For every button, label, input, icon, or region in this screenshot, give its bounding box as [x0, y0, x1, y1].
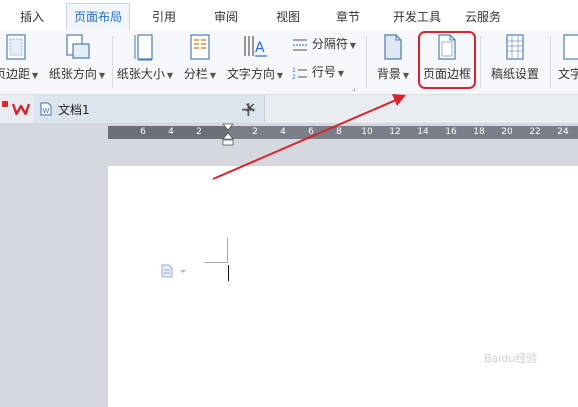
ribbon-divider — [366, 36, 367, 88]
ruler-label: 2 — [196, 127, 202, 137]
text-tool-label: 文字 — [558, 67, 578, 81]
paragraph-layout-icon[interactable] — [160, 264, 188, 278]
watermark: Baidu经验 — [484, 352, 538, 365]
chevron-down-icon: ▼ — [166, 71, 174, 80]
ruler-label: 14 — [417, 127, 429, 137]
chevron-down-icon: ▼ — [32, 71, 39, 80]
chevron-down-icon: ▼ — [98, 71, 106, 80]
ruler-label: 4 — [280, 127, 286, 137]
document-icon: W — [40, 102, 52, 116]
chevron-down-icon: ▼ — [209, 71, 217, 80]
orientation-button[interactable]: 纸张方向 ▼ — [46, 32, 108, 82]
tab-review[interactable]: 审阅 — [204, 4, 248, 30]
tab-developer[interactable]: 开发工具 — [386, 4, 448, 30]
text-tool-icon — [563, 34, 578, 60]
svg-text:A: A — [255, 40, 265, 56]
paper-setup-button[interactable]: 稿纸设置 — [486, 32, 544, 82]
chevron-down-icon: ▼ — [276, 71, 284, 80]
ruler-label: 18 — [473, 127, 485, 137]
paper-size-button[interactable]: 纸张大小 ▼ — [114, 32, 176, 82]
tab-chapter[interactable]: 章节 — [326, 4, 370, 30]
svg-text:2: 2 — [292, 74, 296, 80]
ribbon-divider — [112, 36, 113, 88]
chevron-down-icon: ▼ — [337, 69, 344, 78]
ruler-label: 22 — [529, 127, 541, 137]
columns-button[interactable]: 分栏 ▼ — [180, 32, 220, 82]
chevron-down-icon: ▼ — [402, 71, 410, 80]
svg-text:1: 1 — [292, 67, 296, 74]
document-tab[interactable]: W 文档1 × — [34, 95, 265, 123]
pin-icon — [2, 101, 8, 107]
margins-label: 页边距 — [0, 67, 31, 81]
text-cursor — [228, 265, 229, 281]
svg-text:W: W — [43, 107, 50, 115]
ribbon-divider — [480, 36, 481, 88]
page-border-icon — [438, 34, 456, 60]
line-numbers-label: 行号 — [311, 65, 336, 79]
paper-size-label: 纸张大小 — [116, 67, 165, 81]
ruler-label: 8 — [336, 127, 342, 137]
ruler-label: 6 — [140, 127, 146, 137]
text-tool-button[interactable]: 文字 — [558, 32, 578, 82]
orientation-label: 纸张方向 — [48, 67, 97, 81]
background-icon — [384, 34, 402, 60]
background-button[interactable]: 背景 ▼ — [372, 32, 414, 82]
margins-button[interactable]: 页边距 ▼ — [0, 32, 38, 82]
ruler-label: 6 — [308, 127, 314, 137]
indent-marker-icon[interactable] — [222, 123, 234, 147]
columns-label: 分栏 — [183, 67, 208, 81]
chevron-down-icon: ▼ — [349, 41, 356, 50]
ruler-label: 20 — [501, 127, 513, 137]
paper-setup-label: 稿纸设置 — [490, 67, 539, 81]
paper-size-icon — [134, 34, 153, 61]
tab-references[interactable]: 引用 — [142, 4, 186, 30]
menu-bar: 插入 页面布局 引用 审阅 视图 章节 开发工具 云服务 — [0, 0, 578, 31]
ruler-label: 10 — [361, 127, 373, 137]
text-direction-button[interactable]: A 文字方向 ▼ — [224, 32, 286, 82]
line-numbers-icon: 1 2 — [292, 67, 307, 81]
ruler-label: 4 — [168, 127, 174, 137]
columns-icon — [190, 34, 210, 60]
ruler-label: 16 — [445, 127, 457, 137]
tab-view[interactable]: 视图 — [266, 4, 310, 30]
ribbon-divider — [550, 36, 551, 88]
separator-icon — [293, 39, 307, 50]
page-border-button[interactable]: 页面边框 — [420, 32, 474, 82]
grid-paper-icon — [506, 34, 524, 60]
margin-corner-mark — [227, 238, 228, 262]
text-direction-icon: A — [244, 36, 267, 57]
document-tab-bar: W 文档1 × + — [0, 95, 578, 124]
ruler-label: 12 — [389, 127, 401, 137]
tab-page-layout[interactable]: 页面布局 — [66, 3, 130, 31]
tab-insert[interactable]: 插入 — [10, 4, 54, 30]
separator-label: 分隔符 — [311, 37, 348, 51]
separator-button[interactable]: 分隔符 ▼ — [292, 34, 356, 54]
wps-logo-icon[interactable] — [12, 101, 30, 117]
dialog-launcher-icon[interactable]: ⌟ — [352, 83, 356, 92]
document-page[interactable] — [108, 166, 578, 407]
background-label: 背景 — [376, 67, 401, 81]
margins-icon — [6, 34, 26, 60]
ruler-label: 2 — [252, 127, 258, 137]
page-border-label: 页面边框 — [422, 67, 471, 81]
tab-cloud[interactable]: 云服务 — [456, 4, 510, 30]
ribbon-toolbar: 页边距 ▼ 纸张方向 ▼ 纸张大小 ▼ 分栏 ▼ A 文字方向 ▼ 分隔符 ▼ … — [0, 30, 578, 95]
paper-orientation-icon — [66, 34, 90, 59]
text-direction-label: 文字方向 — [226, 67, 275, 81]
ruler-label: 24 — [557, 127, 569, 137]
document-tab-title: 文档1 — [58, 103, 90, 117]
margin-corner-mark — [204, 262, 228, 263]
new-tab-button[interactable]: + — [240, 97, 257, 121]
line-numbers-button[interactable]: 1 2 行号 ▼ — [292, 62, 344, 82]
